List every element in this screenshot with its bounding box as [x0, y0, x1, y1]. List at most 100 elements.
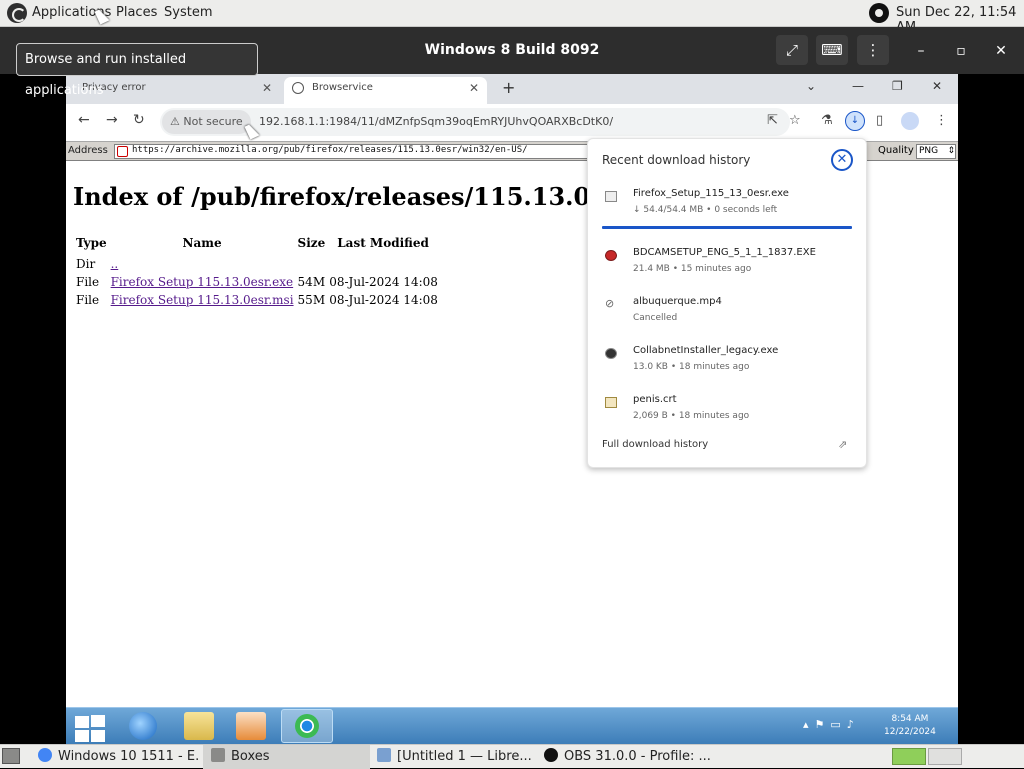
url-text[interactable]: 192.168.1.1:1984/11/dMZnfpSqm39oqEmRYJUh… — [259, 115, 613, 128]
column-type: Type — [76, 236, 107, 250]
quality-value: PNG — [919, 146, 939, 156]
system-menu[interactable]: System — [164, 5, 212, 20]
quality-select[interactable]: PNG ⇕ — [916, 144, 956, 159]
forward-icon[interactable]: → — [106, 112, 118, 128]
address-value[interactable]: https://archive.mozilla.org/pub/firefox/… — [132, 145, 528, 155]
kebab-menu-icon: ⋮ — [865, 41, 881, 59]
row-name-link[interactable]: Firefox Setup 115.13.0esr.exe — [109, 273, 296, 291]
tooltip: Browse and run installed applications — [16, 43, 258, 98]
download-item[interactable]: Firefox_Setup_115_13_0esr.exe ↓ 54.4/54.… — [588, 187, 868, 231]
directory-listing: Type Name Size Last Modified Dir .. File… — [74, 236, 440, 309]
spinner-icon[interactable]: ⇕ — [947, 145, 955, 158]
menu-button[interactable]: ⋮ — [857, 35, 889, 65]
column-size: Size — [297, 236, 326, 250]
download-item[interactable]: CollabnetInstaller_legacy.exe 13.0 KB • … — [588, 344, 868, 388]
windows-logo-pane — [91, 715, 105, 727]
download-status: Cancelled — [633, 313, 678, 323]
file-explorer-icon[interactable] — [184, 712, 214, 740]
chrome-icon — [38, 748, 52, 762]
back-icon[interactable]: ← — [78, 112, 90, 128]
chrome-taskbar-icon[interactable] — [281, 709, 333, 743]
row-name-link[interactable]: .. — [109, 255, 296, 273]
new-tab-button[interactable]: + — [502, 78, 515, 97]
extension-icon[interactable]: ⚗ — [821, 113, 833, 128]
parent-dir-link[interactable]: .. — [111, 257, 119, 271]
download-item[interactable]: penis.crt 2,069 B • 18 minutes ago — [588, 393, 868, 437]
obs-tray-icon[interactable] — [869, 3, 889, 23]
taskbar-item-obs[interactable]: OBS 31.0.0 - Profile: ... — [540, 745, 710, 769]
download-name: CollabnetInstaller_legacy.exe — [633, 345, 779, 356]
boxes-icon — [211, 748, 225, 762]
chrome-menu-icon[interactable]: ⋮ — [935, 113, 948, 128]
installer-icon — [605, 348, 617, 359]
reload-icon[interactable]: ↻ — [133, 112, 145, 128]
tab-browservice[interactable]: Browservice ✕ — [284, 77, 487, 104]
not-secure-label: Not secure — [183, 115, 243, 128]
windows-date: 12/22/2024 — [884, 727, 936, 737]
close-panel-icon[interactable]: ✕ — [831, 149, 853, 171]
download-status: 2,069 B • 18 minutes ago — [633, 411, 750, 421]
gnome-top-panel: Applications Places System Sun Dec 22, 1… — [0, 0, 1024, 35]
windows-start-button[interactable] — [71, 711, 107, 742]
task-label: OBS 31.0.0 - Profile: ... — [564, 749, 710, 764]
keyboard-button[interactable]: ⌨ — [816, 35, 848, 65]
workspace-1[interactable] — [892, 748, 926, 765]
internet-explorer-icon[interactable] — [129, 712, 157, 740]
restore-icon[interactable]: ❐ — [892, 79, 903, 93]
row-size — [296, 255, 328, 273]
show-desktop-icon[interactable] — [2, 748, 20, 764]
places-menu[interactable]: Places — [116, 5, 157, 20]
windows-clock[interactable]: 8:54 AM 12/22/2024 — [884, 713, 936, 739]
fullscreen-button[interactable]: ⤢ — [776, 35, 808, 65]
share-icon[interactable]: ⇱ — [767, 113, 778, 128]
table-row: File Firefox Setup 115.13.0esr.msi 55M 0… — [74, 291, 440, 309]
security-chip[interactable]: ⚠ Not secure — [162, 110, 251, 134]
workspace-2[interactable] — [928, 748, 962, 765]
tab-label: Browservice — [312, 82, 373, 93]
row-size: 54M — [297, 275, 326, 289]
close-tab-icon[interactable]: ✕ — [469, 77, 479, 99]
bandicam-icon — [605, 250, 617, 261]
keyboard-icon: ⌨ — [821, 41, 843, 59]
address-label: Address — [68, 145, 108, 156]
download-item[interactable]: ⊘ albuquerque.mp4 Cancelled — [588, 295, 868, 339]
taskbar-item-libreoffice[interactable]: [Untitled 1 — Libre... — [373, 745, 533, 769]
row-type: File — [76, 293, 100, 307]
maximize-button[interactable]: ▫ — [949, 39, 973, 63]
vm-display[interactable]: Privacy error ✕ Browservice ✕ + ⌄ — ❐ ✕ … — [66, 74, 958, 744]
certificate-icon — [605, 397, 617, 408]
system-tray-icons[interactable]: ▴⚑▭♪ — [803, 718, 860, 731]
close-tab-icon[interactable]: ✕ — [262, 77, 272, 99]
expand-icon: ⤢ — [785, 41, 798, 59]
tab-search-icon[interactable]: ⌄ — [806, 79, 816, 93]
windows-logo-icon — [75, 716, 89, 728]
minimize-icon[interactable]: — — [852, 79, 864, 93]
side-panel-icon[interactable]: ▯ — [876, 113, 883, 128]
download-status: 21.4 MB • 15 minutes ago — [633, 264, 752, 274]
full-history-link[interactable]: Full download history — [602, 439, 708, 450]
close-icon[interactable]: ✕ — [932, 79, 942, 93]
gnome-foot-icon[interactable] — [7, 3, 27, 23]
downloads-panel: Recent download history ✕ Firefox_Setup_… — [587, 138, 867, 468]
file-link[interactable]: Firefox Setup 115.13.0esr.msi — [111, 293, 294, 307]
table-row: Dir .. — [74, 255, 440, 273]
column-modified: Last Modified — [337, 236, 429, 250]
open-external-icon[interactable]: ⇗ — [838, 438, 847, 451]
download-item[interactable]: BDCAMSETUP_ENG_5_1_1_1837.EXE 21.4 MB • … — [588, 246, 868, 290]
windows-logo-pane — [91, 730, 105, 742]
download-name: albuquerque.mp4 — [633, 296, 722, 307]
windows-logo-pane — [75, 730, 89, 742]
windows-time: 8:54 AM — [891, 714, 929, 724]
file-icon — [605, 191, 617, 202]
media-player-icon[interactable] — [236, 712, 266, 740]
close-button[interactable]: ✕ — [989, 39, 1013, 63]
minimize-button[interactable]: – — [909, 39, 933, 63]
row-name-link[interactable]: Firefox Setup 115.13.0esr.msi — [109, 291, 296, 309]
bookmark-star-icon[interactable]: ☆ — [789, 113, 801, 128]
download-icon[interactable]: ↓ — [845, 111, 865, 131]
file-link[interactable]: Firefox Setup 115.13.0esr.exe — [111, 275, 294, 289]
page-title: Index of /pub/firefox/releases/115.13.0e… — [73, 182, 671, 211]
taskbar-item-windows10[interactable]: Windows 10 1511 - E... — [30, 745, 200, 769]
profile-avatar-icon[interactable] — [901, 112, 919, 130]
taskbar-item-boxes[interactable]: Boxes — [203, 745, 370, 769]
